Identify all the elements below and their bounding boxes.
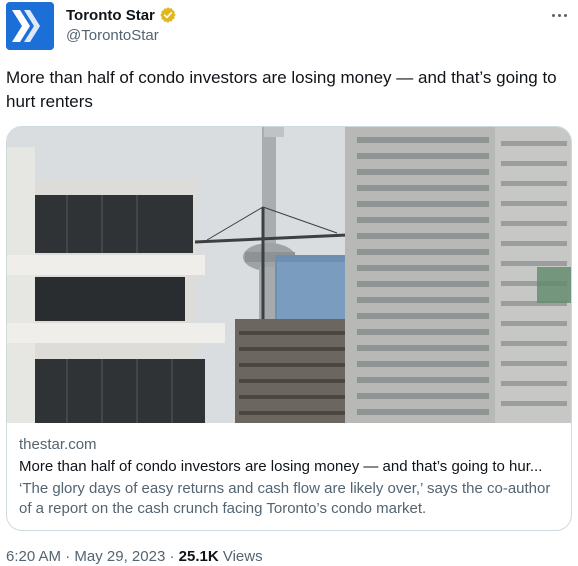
card-title: More than half of condo investors are lo… [19,458,543,475]
display-name[interactable]: Toronto Star [66,7,155,24]
meta-separator: · [61,548,75,565]
card-domain: thestar.com [19,436,97,453]
tweet-header: Toronto Star @TorontoStar [6,2,572,54]
tweet-time-link[interactable]: 6:20 AM [6,548,61,565]
card-image[interactable] [7,127,571,423]
tweet-date-link[interactable]: May 29, 2023 [74,548,165,565]
card-body: thestar.com More than half of condo inve… [19,435,563,519]
tweet-meta: 6:20 AM · May 29, 2023 · 25.1K Views [6,548,263,565]
views-label: Views [218,548,263,565]
meta-separator: · [165,548,179,565]
tweet-text: More than half of condo investors are lo… [6,68,557,111]
link-card[interactable]: thestar.com More than half of condo inve… [6,126,572,531]
views-count: 25.1K [178,548,219,565]
gold-verified-icon[interactable] [159,6,177,24]
toronto-star-logo-icon [6,2,54,50]
card-description: ‘The glory days of easy returns and cash… [19,480,551,517]
author-names: Toronto Star @TorontoStar [66,6,177,44]
more-options-icon[interactable] [546,4,572,26]
avatar[interactable] [6,2,54,50]
tweet: Toronto Star @TorontoStar More than half… [0,0,578,566]
display-name-row: Toronto Star [66,6,177,24]
handle[interactable]: @TorontoStar [66,27,177,44]
